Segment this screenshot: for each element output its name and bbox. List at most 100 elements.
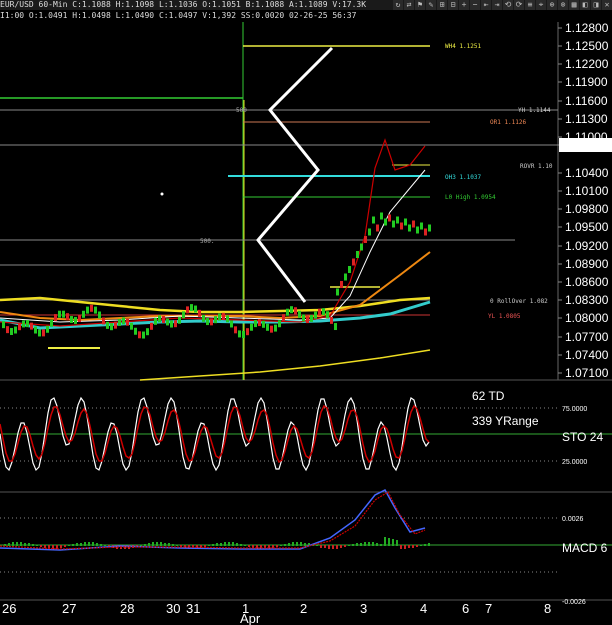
candle [298, 310, 301, 318]
candle [130, 322, 133, 330]
candle [238, 330, 241, 338]
candle [186, 306, 189, 314]
yrange-label: 339 YRange [472, 414, 539, 428]
macd-bar [284, 544, 286, 546]
fib-mid-label: 500. [200, 238, 214, 245]
macd-bar [316, 545, 318, 546]
candle [364, 236, 367, 243]
macd-tick-neg: -0.0026 [562, 599, 586, 606]
macd-bar [160, 542, 162, 546]
macd-bar [304, 543, 306, 546]
sto-label: STO 24 [562, 430, 603, 444]
candle [110, 323, 113, 331]
price-label: 1.12800 [565, 21, 609, 35]
macd-bar [240, 544, 242, 546]
candle [194, 305, 197, 313]
macd-bar [396, 540, 398, 546]
candle [34, 326, 37, 334]
macd-bar [356, 543, 358, 546]
chart-canvas[interactable]: 1.12800 1.12500 1.12200 1.11900 1.11600 1.113… [0, 0, 612, 625]
candle [98, 311, 101, 319]
candle [290, 306, 293, 314]
candle [66, 313, 69, 321]
candle [270, 325, 273, 333]
candle [206, 318, 209, 326]
macd-bar [416, 545, 418, 547]
candle [282, 314, 285, 322]
candle [146, 328, 149, 336]
macd-bar [96, 543, 98, 546]
macd-bar [104, 545, 106, 546]
candle [14, 326, 17, 334]
time-label: 2 [300, 601, 307, 616]
time-label: 4 [420, 601, 427, 616]
price-label: 1.12500 [565, 39, 609, 53]
macd-bar [420, 545, 422, 546]
macd-bar [24, 543, 26, 546]
candle [242, 330, 245, 338]
candle [322, 308, 325, 316]
price-label: 1.07400 [565, 348, 609, 362]
price-label: 1.09800 [565, 202, 609, 216]
candle [202, 314, 205, 322]
candle [162, 315, 165, 323]
macd-bar [80, 543, 82, 546]
time-label: 28 [120, 601, 134, 616]
macd-bar [72, 544, 74, 546]
candle [356, 251, 359, 258]
sto-tick-25: 25.0000 [562, 459, 587, 466]
candle [392, 220, 395, 228]
candle [286, 308, 289, 316]
macd-bar [296, 542, 298, 546]
level-wh4-label: WH4 1.1251 [445, 43, 482, 50]
macd-bar [40, 545, 42, 547]
macd-bar [324, 545, 326, 548]
candle [150, 322, 153, 330]
candle [294, 307, 297, 315]
candle [396, 216, 399, 224]
level-lo-high-label: L0 High 1.0954 [445, 194, 496, 201]
macd-bar [64, 545, 66, 547]
macd-bar [68, 545, 70, 546]
price-label: 1.11900 [565, 75, 608, 89]
candle [318, 308, 321, 316]
macd-bar [376, 543, 378, 546]
current-price-label: 1.10880 [562, 138, 606, 152]
macd-tick-pos: 0.0026 [562, 516, 584, 523]
level-rollover-label: 0 RollOver 1.082 [490, 298, 548, 305]
macd-bar [60, 545, 62, 548]
candle [404, 218, 407, 226]
macd-bar [380, 544, 382, 546]
candle [82, 310, 85, 318]
price-axis: 1.12800 1.12500 1.12200 1.11900 1.11600 1.113… [558, 21, 609, 380]
candle [178, 316, 181, 324]
candle [258, 319, 261, 327]
candle [210, 318, 213, 326]
ma-long-line [139, 349, 431, 381]
candle [416, 226, 419, 234]
macd-bar [292, 542, 294, 546]
candle [302, 314, 305, 322]
candle [174, 320, 177, 328]
price-label: 1.12200 [565, 57, 609, 71]
candle [2, 321, 5, 329]
candle [58, 310, 61, 318]
macd-bar [16, 542, 18, 546]
macd-bar [404, 545, 406, 549]
td-label: 62 TD [472, 389, 505, 403]
candle [274, 324, 277, 332]
candle [372, 216, 375, 224]
candle [142, 331, 145, 339]
candle [344, 273, 347, 281]
candle [18, 323, 21, 331]
macd-bar [92, 542, 94, 546]
price-label: 1.08300 [565, 293, 609, 307]
candle [62, 310, 65, 318]
candle [134, 327, 137, 335]
macd-bar [248, 545, 250, 547]
candle [170, 320, 173, 328]
candle [22, 320, 25, 328]
candle [158, 315, 161, 323]
candle [246, 328, 249, 336]
macd-bar [84, 542, 86, 546]
